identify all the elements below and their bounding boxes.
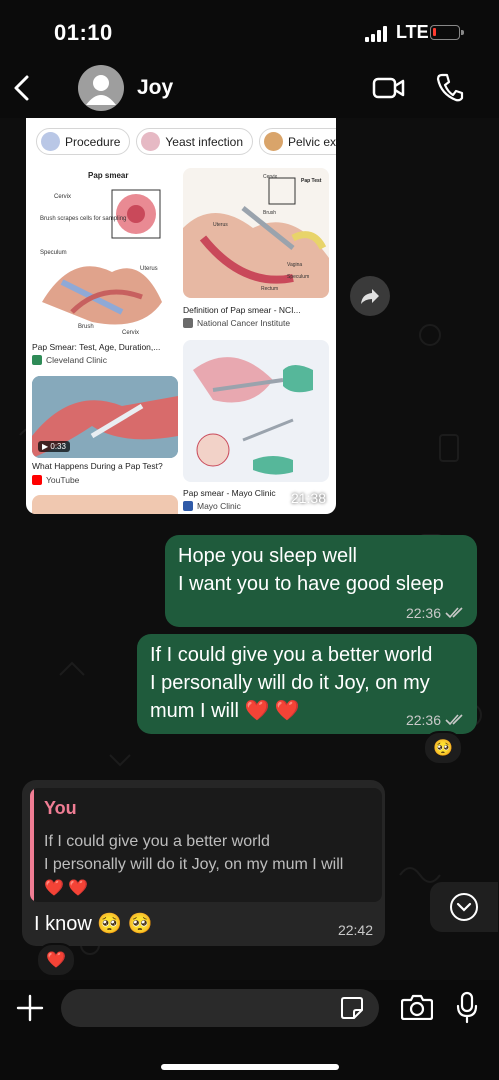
source-icon (183, 318, 193, 328)
chevron-down-icon (450, 893, 478, 921)
search-chips: Procedure Yeast infection Pelvic exam (36, 128, 336, 155)
microphone-icon[interactable] (455, 991, 479, 1025)
diagram-label: Cervix (263, 174, 278, 180)
youtube-icon (32, 475, 42, 485)
diagram-label: Speculum (40, 250, 67, 256)
source-label: Cleveland Clinic (46, 355, 107, 365)
message-line: I want you to have good sleep (178, 573, 444, 595)
chip-yeast-infection[interactable]: Yeast infection (136, 128, 253, 155)
double-check-icon (445, 607, 463, 619)
source-label: National Cancer Institute (197, 318, 291, 328)
source-label: YouTube (46, 475, 80, 485)
diagram-label: Vagina (287, 262, 302, 268)
chip-label: Pelvic exam (288, 134, 336, 149)
message-meta: 22:36 (406, 605, 465, 621)
incoming-message[interactable]: You If I could give you a better world I… (22, 780, 385, 946)
message-line: mum I will ❤️ ❤️ (150, 700, 300, 722)
quote-accent-bar (30, 788, 34, 902)
message-reaction[interactable]: ❤️ (36, 943, 76, 977)
sticker-icon[interactable] (340, 996, 364, 1020)
message-time: 21:38 (290, 490, 326, 506)
quote-line: I personally will do it Joy, on my mum I… (44, 856, 344, 873)
diagram-label: Brush (78, 324, 94, 330)
message-line: If I could give you a better world (150, 644, 433, 666)
diagram-title: Pap Test (301, 178, 322, 184)
quote-line: ❤️ ❤️ (44, 880, 89, 897)
result-caption[interactable]: What Happens During a Pap Test? (32, 461, 178, 471)
diagram-label: Cervix (54, 194, 71, 200)
status-time: 01:10 (54, 20, 113, 45)
chip-label: Procedure (65, 134, 121, 149)
diagram-label: Brush (263, 210, 276, 216)
diagram-label: Uterus (140, 266, 158, 272)
avatar-icon[interactable] (78, 65, 124, 111)
result-image-pap-test[interactable]: Pap Test Cervix Brush Uterus Vagina Rect… (183, 168, 329, 298)
result-source: Cleveland Clinic (32, 355, 107, 365)
phone-icon[interactable] (436, 72, 464, 102)
chip-pelvic-exam[interactable]: Pelvic exam (259, 128, 336, 155)
message-time: 22:36 (405, 605, 441, 621)
diagram-label: Cervix (122, 330, 139, 336)
chip-thumbnail (141, 132, 161, 151)
quote-line: If I could give you a better world (44, 833, 270, 850)
source-icon (32, 355, 42, 365)
chip-thumbnail (264, 132, 283, 151)
result-source: Mayo Clinic (183, 501, 241, 511)
message-input[interactable] (61, 989, 379, 1027)
battery-icon (430, 25, 464, 40)
source-icon (183, 501, 193, 511)
message-meta: 22:36 (406, 712, 465, 728)
outgoing-message[interactable]: Hope you sleep well I want you to have g… (165, 535, 477, 627)
result-caption[interactable]: Definition of Pap smear - NCI... (183, 305, 329, 315)
signal-icon (365, 26, 387, 42)
quote-author: You (44, 798, 77, 818)
diagram-label: Brush scrapes cells for sampling (40, 216, 126, 222)
diagram-label: Rectum (261, 286, 278, 292)
message-text: I know 🥺 🥺 (34, 913, 153, 935)
video-duration: ▶ 0:33 (38, 441, 70, 452)
source-label: Mayo Clinic (197, 501, 241, 511)
chat-header: Joy (0, 60, 499, 118)
composer-bar (0, 980, 499, 1080)
result-source: National Cancer Institute (183, 318, 290, 328)
outgoing-message[interactable]: If I could give you a better world I per… (137, 634, 477, 734)
image-message[interactable]: Procedure Yeast infection Pelvic exam Pa… (26, 118, 336, 514)
diagram-label: Speculum (287, 274, 309, 280)
result-image-partial[interactable] (32, 495, 178, 514)
message-time: 22:42 (337, 922, 373, 938)
result-video-thumbnail[interactable]: ▶ 0:33 (32, 376, 178, 458)
message-line: Hope you sleep well (178, 545, 357, 567)
home-indicator (161, 1064, 339, 1070)
message-line: I personally will do it Joy, on my (150, 672, 430, 694)
video-call-icon[interactable] (372, 76, 406, 100)
result-image-mayo[interactable] (183, 340, 329, 482)
chip-thumbnail (41, 132, 60, 151)
message-reaction[interactable]: 🥺 (423, 731, 463, 765)
diagram-label: Uterus (213, 222, 228, 228)
result-caption[interactable]: Pap smear - Mayo Clinic (183, 488, 283, 498)
forward-button[interactable] (350, 276, 390, 316)
chip-label: Yeast infection (165, 134, 243, 149)
diagram-title: Pap smear (88, 171, 128, 180)
quoted-message[interactable]: You If I could give you a better world I… (30, 788, 382, 902)
duration-label: 0:33 (50, 442, 66, 451)
plus-icon[interactable] (16, 994, 44, 1022)
forward-icon (361, 289, 379, 304)
contact-name[interactable]: Joy (137, 76, 173, 100)
scroll-to-bottom-button[interactable] (430, 882, 498, 932)
network-label: LTE (396, 22, 429, 42)
message-time: 22:36 (405, 712, 441, 728)
double-check-icon (445, 714, 463, 726)
result-caption[interactable]: Pap Smear: Test, Age, Duration,... (32, 342, 178, 352)
camera-icon[interactable] (401, 994, 433, 1020)
chip-procedure[interactable]: Procedure (36, 128, 131, 155)
back-icon[interactable] (10, 74, 34, 102)
result-source: YouTube (32, 475, 79, 485)
